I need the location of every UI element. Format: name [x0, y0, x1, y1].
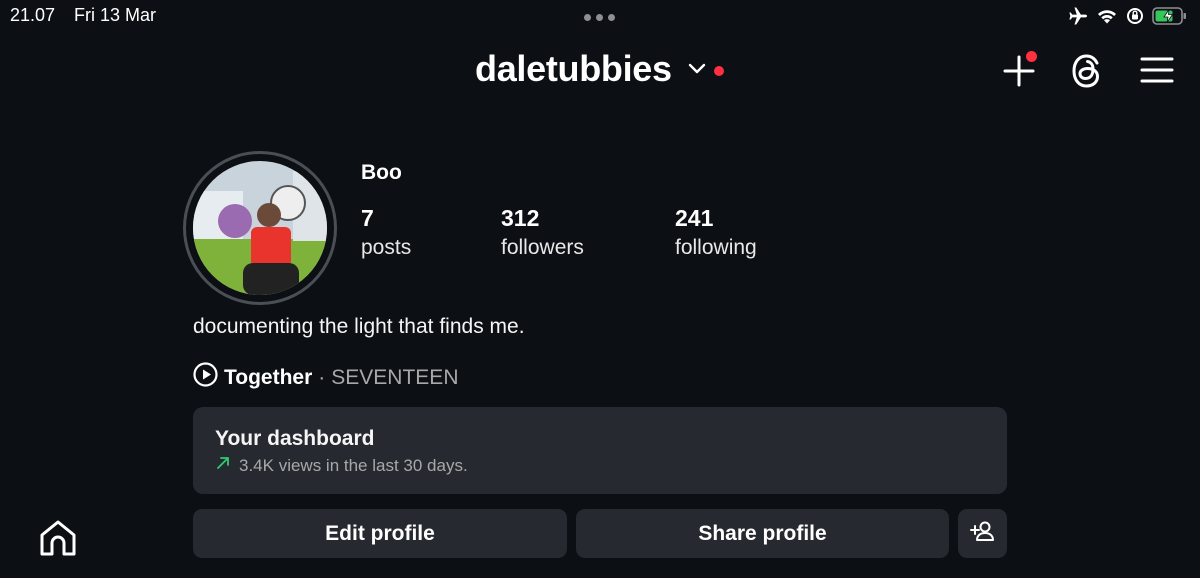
- stat-followers[interactable]: 312 followers: [501, 205, 584, 260]
- stat-value: 7: [361, 205, 374, 231]
- profile-bio: documenting the light that finds me.: [193, 315, 525, 338]
- multitasking-dots[interactable]: [584, 14, 615, 21]
- trend-up-arrow-icon: [215, 455, 231, 476]
- dashboard-card[interactable]: Your dashboard 3.4K views in the last 30…: [193, 407, 1007, 494]
- battery-charging-icon: [1152, 6, 1188, 31]
- dashboard-subtitle-row: 3.4K views in the last 30 days.: [215, 455, 468, 476]
- airplane-icon: [1068, 7, 1088, 30]
- threads-icon[interactable]: [1070, 53, 1104, 94]
- discover-people-button[interactable]: [958, 509, 1007, 558]
- music-artist: SEVENTEEN: [331, 365, 459, 389]
- profile-username[interactable]: daletubbies: [475, 48, 672, 90]
- status-icons: [1068, 6, 1188, 31]
- status-date: Fri 13 Mar: [74, 5, 157, 25]
- hamburger-menu-icon[interactable]: [1140, 56, 1174, 89]
- notification-dot: [714, 66, 724, 76]
- display-name: Boo: [361, 161, 402, 184]
- music-separator: ·: [318, 365, 326, 389]
- play-circle-icon[interactable]: [193, 362, 218, 393]
- wifi-icon: [1096, 8, 1118, 29]
- stat-value: 241: [675, 205, 714, 231]
- stat-following[interactable]: 241 following: [675, 205, 757, 260]
- stat-value: 312: [501, 205, 540, 231]
- dashboard-subtitle: 3.4K views in the last 30 days.: [239, 455, 468, 475]
- dashboard-title: Your dashboard: [215, 427, 375, 450]
- status-time: 21.07: [10, 5, 56, 25]
- orientation-lock-icon: [1126, 7, 1144, 30]
- stat-label: following: [675, 236, 757, 259]
- profile-music[interactable]: Together · SEVENTEEN: [193, 362, 458, 393]
- add-person-icon: [969, 520, 996, 548]
- chevron-down-icon[interactable]: [688, 62, 706, 80]
- stat-posts[interactable]: 7 posts: [361, 205, 411, 260]
- edit-profile-button[interactable]: Edit profile: [193, 509, 567, 558]
- home-icon[interactable]: [38, 519, 78, 562]
- stat-label: posts: [361, 236, 412, 259]
- music-song-title: Together: [224, 365, 313, 389]
- create-notification-dot: [1026, 51, 1037, 62]
- share-profile-button[interactable]: Share profile: [576, 509, 949, 558]
- stat-label: followers: [501, 236, 584, 259]
- avatar[interactable]: [193, 161, 327, 295]
